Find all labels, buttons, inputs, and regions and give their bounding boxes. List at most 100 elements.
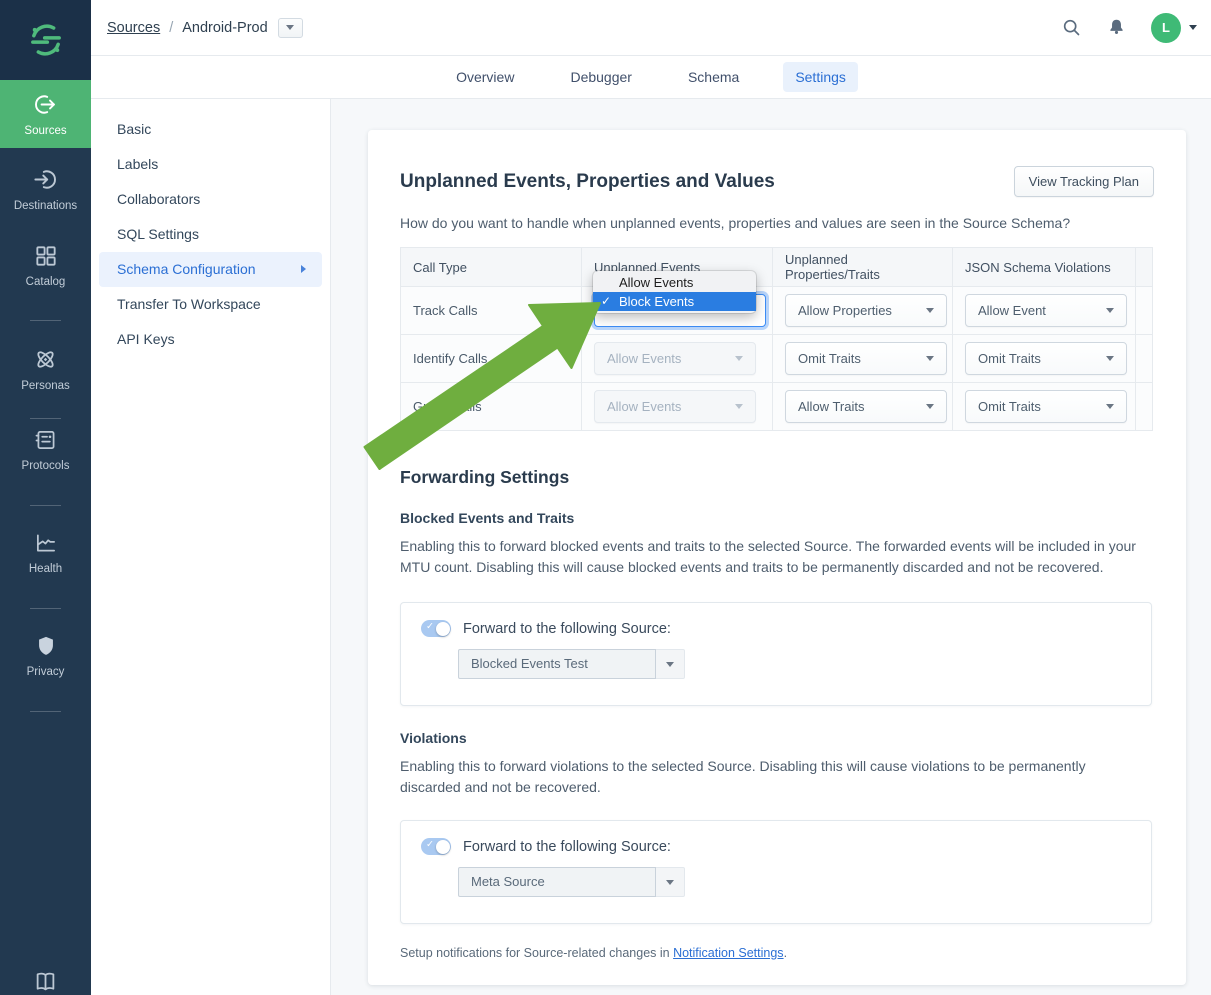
notification-settings-link[interactable]: Notification Settings [673, 946, 783, 960]
breadcrumb-sources-link[interactable]: Sources [107, 20, 160, 36]
violations-description: Enabling this to forward violations to t… [400, 756, 1140, 798]
document-icon [33, 427, 59, 453]
properties-cell: Allow Traits [773, 383, 953, 431]
menu-option-label: Block Events [619, 294, 694, 309]
toggle-label: Forward to the following Source: [463, 621, 671, 637]
sidebar-item-protocols[interactable]: Protocols [0, 427, 91, 472]
select-caret[interactable] [656, 649, 685, 679]
segment-logo-icon [26, 20, 66, 60]
card-header: Unplanned Events, Properties and Values … [400, 130, 1154, 197]
toggle-row: ✓ Forward to the following Source: [421, 838, 1151, 855]
unplanned-properties-select[interactable]: Allow Traits [785, 390, 947, 423]
sidebar-item-personas[interactable]: Personas [0, 346, 91, 392]
chevron-down-icon [735, 404, 743, 409]
chevron-down-icon [1189, 25, 1197, 30]
breadcrumb: Sources / Android-Prod [107, 0, 303, 55]
subnav-item-collaborators[interactable]: Collaborators [99, 182, 322, 217]
page-title: Unplanned Events, Properties and Values [400, 171, 775, 193]
segment-logo[interactable] [0, 0, 91, 80]
sidebar-item-sources[interactable]: Sources [0, 80, 91, 148]
source-out-icon [32, 91, 59, 118]
call-type-cell: Identify Calls [401, 335, 582, 383]
tab-overview[interactable]: Overview [444, 62, 526, 92]
sidebar-divider [30, 711, 61, 712]
select-value: Omit Traits [978, 399, 1041, 414]
section-description: How do you want to handle when unplanned… [400, 215, 1154, 231]
sidebar-divider [30, 418, 61, 419]
chevron-down-icon [1106, 356, 1114, 361]
json-violations-select[interactable]: Omit Traits [965, 342, 1127, 375]
schema-configuration-panel: Unplanned Events, Properties and Values … [368, 130, 1186, 985]
menu-option-block-events[interactable]: ✓ Block Events [593, 292, 756, 311]
table-row-group-calls: Group Calls Allow Events Allow Traits Om… [401, 383, 1153, 431]
select-value: Allow Traits [798, 399, 864, 414]
chevron-down-icon [1106, 308, 1114, 313]
check-icon: ✓ [426, 839, 434, 850]
user-menu[interactable]: L [1151, 13, 1197, 43]
select-value: Allow Events [607, 351, 681, 366]
violations-source-select[interactable]: Meta Source [458, 867, 685, 897]
subnav-item-api-keys[interactable]: API Keys [99, 322, 322, 357]
col-json-schema-violations: JSON Schema Violations [953, 248, 1136, 287]
search-icon[interactable] [1061, 17, 1082, 38]
sidebar-item-destinations[interactable]: Destinations [0, 166, 91, 212]
view-tracking-plan-button[interactable]: View Tracking Plan [1014, 166, 1154, 197]
sidebar-item-label: Sources [24, 125, 66, 137]
book-icon [32, 968, 59, 995]
call-type-cell: Group Calls [401, 383, 582, 431]
chevron-down-icon [735, 356, 743, 361]
sidebar-item-label: Destinations [14, 200, 77, 212]
tab-debugger[interactable]: Debugger [558, 62, 644, 92]
unplanned-handling-table: Call Type Unplanned Events Unplanned Pro… [400, 247, 1153, 431]
chevron-down-icon [926, 356, 934, 361]
grid-icon [33, 243, 59, 269]
forward-blocked-toggle[interactable]: ✓ [421, 620, 451, 637]
note-text: Setup notifications for Source-related c… [400, 946, 673, 960]
tab-schema[interactable]: Schema [676, 62, 751, 92]
page: { "colors": { "brand_green": "#4EB474", … [0, 0, 1211, 995]
menu-option-allow-events[interactable]: Allow Events [593, 273, 756, 292]
bell-icon[interactable] [1106, 17, 1127, 38]
col-spacer [1136, 248, 1153, 287]
primary-sidebar: Sources Destinations Catalog Personas [0, 0, 91, 995]
properties-cell: Allow Properties [773, 287, 953, 335]
sidebar-item-label: Protocols [22, 460, 70, 472]
unplanned-properties-select[interactable]: Allow Properties [785, 294, 947, 327]
tab-settings[interactable]: Settings [783, 62, 858, 92]
col-unplanned-properties: Unplanned Properties/Traits [773, 248, 953, 287]
destination-in-icon [32, 166, 59, 193]
unplanned-events-select[interactable]: Allow Events [594, 342, 756, 375]
json-violations-select[interactable]: Allow Event [965, 294, 1127, 327]
subnav-item-basic[interactable]: Basic [99, 112, 322, 147]
blocked-source-select[interactable]: Blocked Events Test [458, 649, 685, 679]
sidebar-item-privacy[interactable]: Privacy [0, 633, 91, 678]
subnav-item-transfer-to-workspace[interactable]: Transfer To Workspace [99, 287, 322, 322]
select-value: Blocked Events Test [458, 649, 656, 679]
sidebar-item-docs[interactable] [0, 968, 91, 995]
json-violations-select[interactable]: Omit Traits [965, 390, 1127, 423]
properties-cell: Omit Traits [773, 335, 953, 383]
forward-violations-toggle[interactable]: ✓ [421, 838, 451, 855]
unplanned-events-select[interactable]: Allow Events [594, 390, 756, 423]
col-call-type: Call Type [401, 248, 582, 287]
sidebar-item-catalog[interactable]: Catalog [0, 243, 91, 288]
select-value: Allow Properties [798, 303, 892, 318]
violations-heading: Violations [400, 730, 1154, 746]
check-icon: ✓ [426, 621, 434, 632]
select-caret[interactable] [656, 867, 685, 897]
subnav-item-schema-configuration[interactable]: Schema Configuration [99, 252, 322, 287]
atom-icon [32, 346, 59, 373]
sidebar-item-label: Privacy [27, 666, 65, 678]
source-switcher-button[interactable] [278, 18, 303, 38]
unplanned-events-cell: Allow Events [582, 335, 773, 383]
subnav-item-labels[interactable]: Labels [99, 147, 322, 182]
sidebar-item-health[interactable]: Health [0, 530, 91, 575]
sidebar-divider [30, 505, 61, 506]
violations-cell: Omit Traits [953, 335, 1136, 383]
select-value: Meta Source [458, 867, 656, 897]
select-value: Allow Event [978, 303, 1046, 318]
select-value: Omit Traits [798, 351, 861, 366]
avatar[interactable]: L [1151, 13, 1181, 43]
subnav-item-sql-settings[interactable]: SQL Settings [99, 217, 322, 252]
unplanned-properties-select[interactable]: Omit Traits [785, 342, 947, 375]
